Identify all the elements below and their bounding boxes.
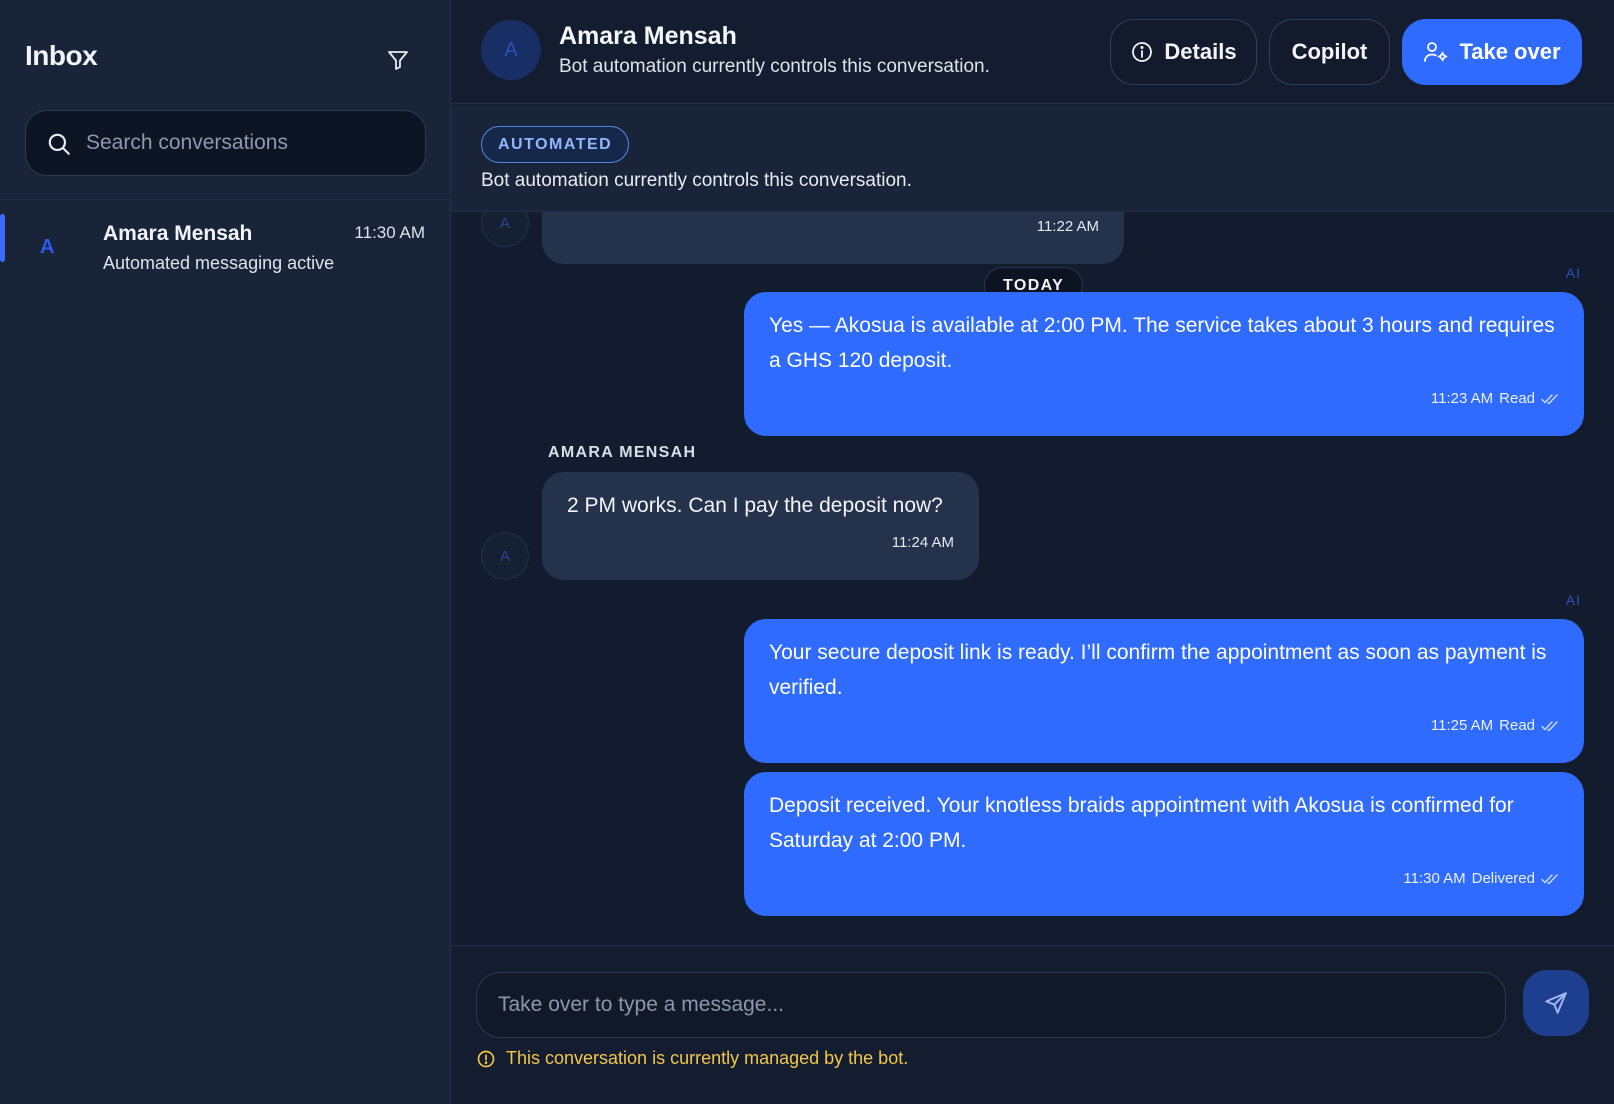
double-check-icon <box>1541 393 1558 405</box>
contact-name: Amara Mensah <box>559 22 737 50</box>
info-icon <box>1132 42 1153 62</box>
filter-button[interactable] <box>380 42 416 78</box>
avatar: A <box>40 236 55 258</box>
sidebar-title: Inbox <box>25 40 98 71</box>
copilot-label: Copilot <box>1291 39 1368 64</box>
outgoing-message: Yes — Akosua is available at 2:00 PM. Th… <box>744 292 1584 436</box>
conversation-name: Amara Mensah <box>103 222 253 245</box>
avatar: A <box>481 532 529 580</box>
message-text: 2 PM works. Can I pay the deposit now? <box>567 494 943 517</box>
status-badge: AUTOMATED <box>481 126 630 163</box>
bot-notice: This conversation is currently managed b… <box>476 1048 908 1069</box>
automation-banner: AUTOMATED Bot automation currently contr… <box>451 105 1614 212</box>
sidebar-divider <box>0 199 451 200</box>
banner-text: Bot automation currently controls this c… <box>481 170 912 191</box>
active-indicator <box>0 214 5 262</box>
copilot-button[interactable]: Copilot <box>1269 19 1390 85</box>
send-button[interactable] <box>1523 970 1589 1036</box>
ai-tag: AI <box>1565 592 1581 608</box>
message-time: 11:24 AM <box>891 534 954 551</box>
message-time: 11:23 AM <box>1430 390 1494 407</box>
composer <box>476 972 1506 1038</box>
take-over-button[interactable]: Take over <box>1402 19 1582 85</box>
message-time: 11:22 AM <box>1036 218 1099 235</box>
message-time: 11:30 AM <box>1403 870 1466 887</box>
message-text: Deposit received. Your knotless braids a… <box>769 794 1514 852</box>
message-meta: 11:23 AM Read <box>1431 381 1559 416</box>
double-check-icon <box>1541 873 1558 885</box>
conversation-time: 11:30 AM <box>354 223 425 242</box>
conversation-item[interactable]: A Amara Mensah 11:30 AM Automated messag… <box>0 212 450 282</box>
message-meta: 11:22 AM <box>1037 212 1099 244</box>
incoming-message: 11:22 AM <box>542 212 1124 264</box>
conversation-panel: A Amara Mensah Bot automation currently … <box>451 0 1614 1104</box>
message-status: Read <box>1499 717 1535 734</box>
message-status: Delivered <box>1471 870 1535 887</box>
search-icon <box>48 133 70 155</box>
sender-label: AMARA MENSAH <box>548 444 697 461</box>
filter-icon <box>388 51 408 70</box>
search-input[interactable] <box>86 111 416 175</box>
sidebar-header: Inbox <box>25 40 425 80</box>
message-thread[interactable]: A 11:22 AM TODAY AI Yes — Akosua is avai… <box>451 212 1614 945</box>
app-window: Inbox A Amara Mensah 11:30 AM Automated … <box>0 0 1614 1104</box>
incoming-message: 2 PM works. Can I pay the deposit now? 1… <box>542 472 979 580</box>
outgoing-message: Deposit received. Your knotless braids a… <box>744 772 1584 916</box>
message-text: Your secure deposit link is ready. I’ll … <box>769 641 1547 699</box>
search-box <box>25 110 426 176</box>
inbox-sidebar: Inbox A Amara Mensah 11:30 AM Automated … <box>0 0 451 1104</box>
message-meta: 11:24 AM <box>892 525 954 560</box>
ai-tag: AI <box>1565 265 1581 281</box>
details-button[interactable]: Details <box>1110 19 1257 85</box>
conversation-header: A Amara Mensah Bot automation currently … <box>451 0 1614 104</box>
message-time: 11:25 AM <box>1430 717 1494 734</box>
message-meta: 11:25 AM Read <box>1431 708 1559 743</box>
avatar: A <box>481 20 541 80</box>
details-label: Details <box>1164 39 1237 64</box>
take-over-label: Take over <box>1459 39 1561 64</box>
message-text: Yes — Akosua is available at 2:00 PM. Th… <box>769 314 1555 372</box>
conversation-preview: Automated messaging active <box>103 253 335 273</box>
outgoing-message: Your secure deposit link is ready. I’ll … <box>744 619 1584 763</box>
message-status: Read <box>1499 390 1535 407</box>
user-cog-icon <box>1424 42 1448 62</box>
composer-area: This conversation is currently managed b… <box>451 945 1614 1104</box>
message-input[interactable] <box>498 973 1488 1037</box>
avatar: A <box>481 212 529 247</box>
notice-text: This conversation is currently managed b… <box>506 1048 909 1068</box>
alert-circle-icon <box>477 1050 495 1067</box>
message-meta: 11:30 AM Delivered <box>1403 861 1559 896</box>
double-check-icon <box>1541 720 1558 732</box>
send-icon <box>1545 992 1567 1014</box>
contact-subtitle: Bot automation currently controls this c… <box>559 56 990 77</box>
